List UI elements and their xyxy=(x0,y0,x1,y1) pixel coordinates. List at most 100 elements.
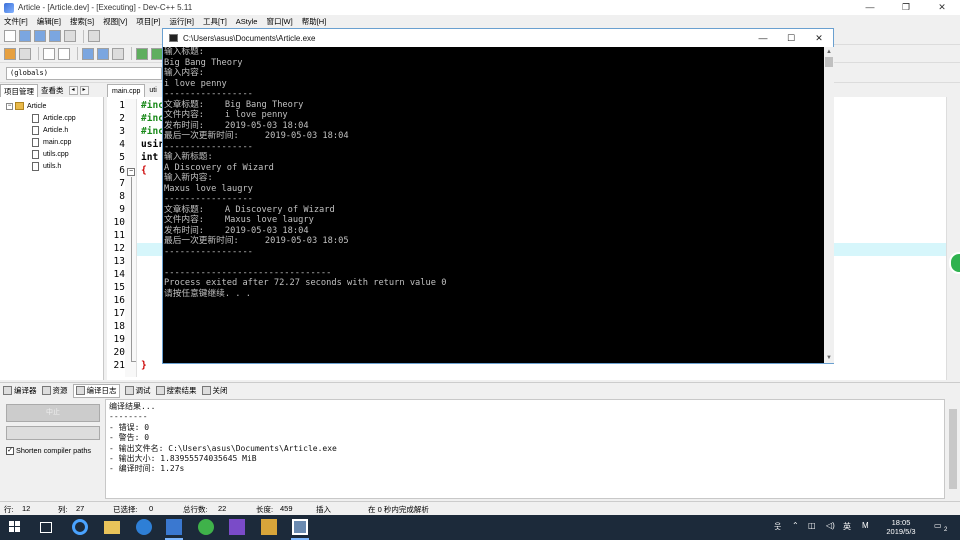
scroll-thumb[interactable] xyxy=(825,57,833,67)
chrome-icon[interactable] xyxy=(198,519,214,535)
new-file-icon[interactable] xyxy=(4,30,16,42)
goto-icon[interactable] xyxy=(112,47,124,60)
tree-file-item[interactable]: utils.h xyxy=(0,160,103,172)
console-line: ----------------- xyxy=(164,89,253,99)
fold-collapse-icon[interactable]: − xyxy=(127,168,135,176)
editor-vertical-scrollbar[interactable] xyxy=(946,97,960,380)
file-icon xyxy=(32,113,39,123)
maximize-button[interactable]: ❐ xyxy=(888,0,924,15)
tray-chevron-icon[interactable]: ⌃ xyxy=(792,521,799,530)
tab-resources[interactable]: 资源 xyxy=(41,385,68,396)
tab-debug[interactable]: 调试 xyxy=(124,385,151,396)
menu-astyle[interactable]: AStyle xyxy=(236,17,258,26)
devcpp-taskbar-icon[interactable] xyxy=(166,519,182,535)
input-language[interactable]: 英 xyxy=(843,521,851,532)
menu-project[interactable]: 项目[P] xyxy=(136,16,160,27)
file-explorer-icon[interactable] xyxy=(104,521,120,534)
ime-icon[interactable]: M xyxy=(862,521,869,530)
menu-window[interactable]: 窗口[W] xyxy=(266,16,292,27)
save-all-icon[interactable] xyxy=(49,30,61,42)
menu-help[interactable]: 帮助[H] xyxy=(302,16,327,27)
browser-icon[interactable] xyxy=(72,519,88,535)
tree-file-item[interactable]: utils.cpp xyxy=(0,148,103,160)
undo-icon[interactable] xyxy=(4,47,16,60)
tab-scroll-right-icon[interactable]: ▸ xyxy=(79,86,89,95)
floating-assistant-icon[interactable] xyxy=(949,252,960,274)
app-icon[interactable] xyxy=(261,519,277,535)
tab-scroll-left-icon[interactable]: ◂ xyxy=(68,86,78,95)
volume-icon[interactable]: ◁) xyxy=(826,521,835,530)
console-maximize-button[interactable]: ☐ xyxy=(777,29,805,47)
unindent-icon[interactable] xyxy=(97,47,109,60)
tree-root[interactable]: − Article xyxy=(0,100,103,112)
console-scrollbar[interactable]: ▲ ▼ xyxy=(824,47,834,363)
shorten-paths-checkbox[interactable]: ✓ xyxy=(6,446,14,455)
console-app-icon xyxy=(169,34,178,42)
menu-bar: 文件[F] 编辑[E] 搜索[S] 视图[V] 项目[P] 运行[R] 工具[T… xyxy=(0,15,960,28)
notification-icon[interactable]: ▭ xyxy=(934,521,942,530)
tab-compiler[interactable]: 编译器 xyxy=(3,385,37,396)
shorten-paths-option[interactable]: ✓ Shorten compiler paths xyxy=(6,446,91,455)
task-view-icon[interactable] xyxy=(40,522,52,533)
console-line: 最后一次更新时间: 2019-05-03 18:05 xyxy=(164,236,349,246)
baidu-netdisk-icon[interactable] xyxy=(136,519,152,535)
line-number: 6 xyxy=(119,165,125,176)
open-file-icon[interactable] xyxy=(19,30,31,42)
menu-file[interactable]: 文件[F] xyxy=(4,16,28,27)
console-taskbar-icon[interactable] xyxy=(292,519,308,535)
find-icon[interactable] xyxy=(43,47,55,60)
globals-dropdown[interactable]: (globals) xyxy=(6,67,162,80)
menu-run[interactable]: 运行[R] xyxy=(169,16,194,27)
menu-view[interactable]: 视图[V] xyxy=(103,16,127,27)
close-file-icon[interactable] xyxy=(64,30,76,42)
tab-main-cpp[interactable]: main.cpp xyxy=(107,84,146,97)
print-icon[interactable] xyxy=(88,30,100,42)
chart-icon xyxy=(75,386,85,395)
indent-icon[interactable] xyxy=(82,47,94,60)
log-scrollbar[interactable] xyxy=(946,399,960,499)
tree-file-item[interactable]: main.cpp xyxy=(0,136,103,148)
redo-icon[interactable] xyxy=(19,47,31,60)
console-title-bar[interactable]: C:\Users\asus\Documents\Article.exe — ☐ … xyxy=(163,29,833,47)
tab-label: 编译日志 xyxy=(86,386,117,395)
windows-start-icon[interactable] xyxy=(9,521,21,533)
menu-tools[interactable]: 工具[T] xyxy=(203,16,227,27)
tree-file-item[interactable]: Article.cpp xyxy=(0,112,103,124)
tab-utils[interactable]: uti xyxy=(145,84,160,97)
compile-icon[interactable] xyxy=(136,47,148,60)
tree-file-item[interactable]: Article.h xyxy=(0,124,103,136)
compiler-grid-icon xyxy=(3,386,12,395)
log-scroll-thumb[interactable] xyxy=(949,409,957,489)
line-number-gutter: 1 2 3 4 5 6 7 8 9 10 11 12 13 14 15 16 1… xyxy=(107,99,125,372)
shorten-paths-label: Shorten compiler paths xyxy=(16,446,92,455)
console-window[interactable]: C:\Users\asus\Documents\Article.exe — ☐ … xyxy=(162,28,834,364)
collapse-icon[interactable]: − xyxy=(6,102,13,110)
line-number: 18 xyxy=(113,321,125,332)
abort-compile-button[interactable]: 中止 xyxy=(6,404,100,422)
close-button[interactable]: ✕ xyxy=(924,0,960,15)
scroll-up-icon[interactable]: ▲ xyxy=(824,47,834,57)
tab-close[interactable]: 关闭 xyxy=(201,385,228,396)
window-title-bar[interactable]: Article - [Article.dev] - [Executing] - … xyxy=(0,0,960,15)
tab-compile-log[interactable]: 编译日志 xyxy=(72,383,120,398)
console-minimize-button[interactable]: — xyxy=(749,29,777,47)
visual-studio-icon[interactable] xyxy=(229,519,245,535)
user-icon[interactable]: 웃 xyxy=(774,521,781,532)
menu-search[interactable]: 搜索[S] xyxy=(70,16,94,27)
code-line-1: #inc xyxy=(141,100,164,111)
scroll-down-icon[interactable]: ▼ xyxy=(824,353,834,363)
network-icon[interactable]: ◫ xyxy=(808,521,816,530)
menu-edit[interactable]: 编辑[E] xyxy=(37,16,61,27)
tab-class-view[interactable]: 查看类 xyxy=(38,84,67,97)
save-icon[interactable] xyxy=(34,30,46,42)
compile-log-output[interactable]: 编译结果... -------- - 错误: 0 - 警告: 0 - 输出文件名… xyxy=(105,399,945,499)
clock-time: 18:05 xyxy=(891,518,911,527)
tab-project-manager[interactable]: 项目管理 xyxy=(0,84,38,97)
system-clock[interactable]: 18:05 2019/5/3 xyxy=(876,518,926,536)
tab-search-results[interactable]: 搜索结果 xyxy=(155,385,197,396)
console-close-button[interactable]: ✕ xyxy=(805,29,833,47)
log-line: 编译结果... xyxy=(109,402,156,411)
replace-icon[interactable] xyxy=(58,47,70,60)
line-number: 8 xyxy=(119,191,125,202)
minimize-button[interactable]: — xyxy=(852,0,888,15)
